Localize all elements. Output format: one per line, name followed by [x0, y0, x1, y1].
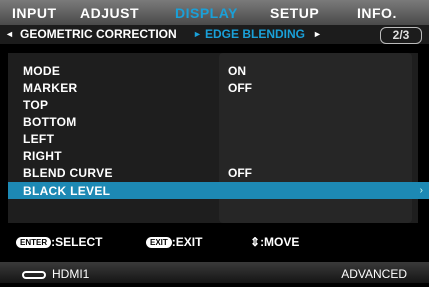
menu-row-marker[interactable]: MARKER OFF [8, 79, 429, 96]
menu-row-label: BLACK LEVEL [23, 184, 111, 198]
tab-input[interactable]: INPUT [12, 0, 57, 25]
menu-row-label: MARKER [23, 81, 78, 95]
breadcrumb-forward-arrow-icon[interactable]: ► [313, 25, 322, 44]
breadcrumb-current: EDGE BLENDING [205, 27, 306, 41]
menu-row-top[interactable]: TOP [8, 96, 429, 113]
status-bar: HDMI1 ADVANCED [0, 262, 429, 283]
menu-row-label: BOTTOM [23, 115, 77, 129]
tab-setup[interactable]: SETUP [270, 0, 319, 25]
menu-row-black-level[interactable]: BLACK LEVEL › [8, 182, 429, 199]
menu-row-left[interactable]: LEFT [8, 130, 429, 147]
enter-key-icon: ENTER [16, 237, 52, 248]
submenu-arrow-icon: › [419, 185, 423, 196]
hint-select-label: :SELECT [51, 235, 103, 249]
menu-row-value: OFF [228, 166, 252, 180]
menu-mode: ADVANCED [341, 267, 407, 281]
menu-row-label: LEFT [23, 132, 55, 146]
menu-row-mode[interactable]: MODE ON [8, 62, 429, 79]
tab-display[interactable]: DISPLAY [175, 0, 238, 25]
hint-move: ⇕:MOVE [250, 232, 299, 252]
hint-exit: EXIT:EXIT [146, 232, 202, 252]
breadcrumb-separator-icon: ► [193, 29, 202, 39]
menu-row-label: RIGHT [23, 149, 62, 163]
menu-row-bottom[interactable]: BOTTOM [8, 113, 429, 130]
tab-info[interactable]: INFO. [357, 0, 397, 25]
input-source: HDMI1 [52, 267, 90, 281]
menu-row-label: MODE [23, 64, 61, 78]
menu-row-value: ON [228, 64, 246, 78]
page-indicator: 2/3 [380, 27, 422, 44]
menu-row-label: TOP [23, 98, 49, 112]
breadcrumb-parent[interactable]: GEOMETRIC CORRECTION [20, 25, 177, 44]
updown-arrow-icon: ⇕ [250, 235, 261, 249]
hint-move-label: :MOVE [260, 235, 300, 249]
breadcrumb-back-arrow-icon[interactable]: ◄ [5, 25, 14, 44]
breadcrumb: ◄ GEOMETRIC CORRECTION ► EDGE BLENDING ►… [0, 25, 429, 44]
menu-row-label: BLEND CURVE [23, 166, 113, 180]
hdmi-input-icon [22, 271, 46, 279]
menu-row-value: OFF [228, 81, 252, 95]
hint-select: ENTER:SELECT [16, 232, 102, 252]
menu-tabs: INPUT ADJUST DISPLAY SETUP INFO. [0, 0, 429, 25]
exit-key-icon: EXIT [146, 237, 172, 248]
tab-adjust[interactable]: ADJUST [80, 0, 139, 25]
hint-exit-label: :EXIT [171, 235, 203, 249]
key-hints: ENTER:SELECT EXIT:EXIT ⇕:MOVE [0, 232, 429, 252]
menu-row-right[interactable]: RIGHT [8, 147, 429, 164]
menu-row-blend-curve[interactable]: BLEND CURVE OFF [8, 164, 429, 181]
